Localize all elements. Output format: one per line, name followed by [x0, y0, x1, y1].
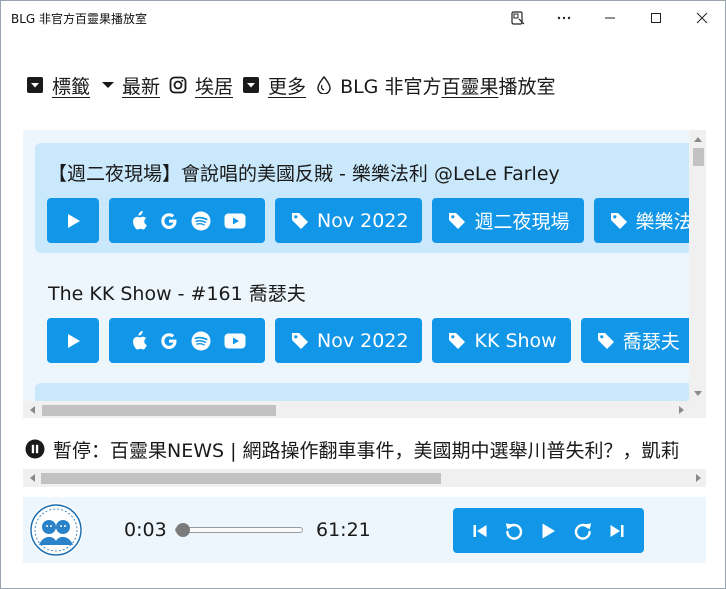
drop-icon	[314, 75, 334, 95]
audio-player: 0:03 61:21	[23, 497, 706, 563]
play-icon	[68, 333, 80, 348]
apple-icon[interactable]	[129, 330, 147, 351]
tag-button[interactable]: 喬瑟夫	[580, 318, 694, 363]
ellipsis-icon	[557, 16, 571, 20]
scroll-left-icon[interactable]	[24, 401, 40, 418]
tag-button[interactable]: KK Show	[432, 318, 571, 363]
episode-card: The KK Show - #161 喬瑟夫 Nov 2022 KK Show	[35, 263, 695, 373]
forward-button[interactable]	[569, 517, 597, 545]
scroll-up-icon[interactable]	[689, 131, 706, 147]
play-button[interactable]	[534, 517, 562, 545]
instagram-icon	[168, 75, 188, 95]
tag-icon	[449, 332, 466, 349]
now-playing-scrollbar[interactable]	[23, 469, 706, 487]
episode-actions: Nov 2022 週二夜現場 樂樂法利	[47, 198, 695, 243]
app-icon	[511, 11, 525, 25]
caret-down-icon	[98, 75, 118, 95]
episode-title: 【週二夜現場】會說唱的美國反賊 - 樂樂法利 @LeLe Farley	[48, 163, 560, 185]
close-button[interactable]	[679, 1, 725, 35]
spotify-icon[interactable]	[191, 211, 211, 231]
episode-card: 【週二夜現場】會說唱的美國反賊 - 樂樂法利 @LeLe Farley Nov …	[35, 143, 695, 253]
tag-label: 樂樂法利	[635, 211, 696, 233]
horizontal-scrollbar[interactable]	[23, 401, 689, 418]
vertical-scrollbar[interactable]	[689, 130, 706, 401]
rewind-icon	[506, 522, 523, 540]
tag-label: 週二夜現場	[474, 211, 570, 233]
minimize-icon	[605, 17, 615, 19]
tag-icon	[292, 332, 308, 349]
horizontal-scroll-thumb[interactable]	[42, 405, 276, 416]
play-episode-button[interactable]	[47, 318, 99, 363]
close-icon	[696, 12, 708, 24]
scroll-down-icon[interactable]	[689, 385, 706, 401]
more-options-button[interactable]	[541, 1, 587, 35]
rewind-button[interactable]	[500, 517, 528, 545]
now-playing: 暫停：百靈果NEWS | 網路操作翻車事件，美國期中選舉川普失利？，凱莉	[25, 435, 706, 463]
tag-button[interactable]: Nov 2022	[275, 198, 423, 243]
spotify-icon[interactable]	[191, 331, 211, 351]
scroll-left-icon[interactable]	[24, 469, 40, 487]
tag-icon	[449, 212, 466, 229]
current-time: 0:03	[124, 519, 167, 541]
tag-label: KK Show	[474, 329, 557, 352]
nav-latest-link[interactable]: 最新	[122, 72, 160, 99]
pause-circle-icon[interactable]	[25, 439, 45, 459]
top-nav: 標籤 最新 埃居 更多 BLG 非官方 百靈果 播放室	[25, 71, 555, 99]
scroll-corner	[689, 401, 706, 418]
window-title: BLG 非官方百靈果播放室	[11, 11, 148, 26]
nav-tags-link[interactable]: 標籤	[52, 72, 90, 99]
site-name-prefix: BLG 非官方	[340, 75, 442, 98]
nav-instagram-link[interactable]: 埃居	[195, 72, 233, 99]
tag-button[interactable]: Nov 2022	[275, 318, 423, 363]
youtube-icon[interactable]	[224, 333, 246, 349]
pwa-app-icon-button[interactable]	[495, 1, 541, 35]
episode-title: The KK Show - #161 喬瑟夫	[48, 283, 306, 305]
tag-button[interactable]: 週二夜現場	[432, 198, 584, 243]
next-button[interactable]	[603, 517, 631, 545]
now-playing-scroll-thumb[interactable]	[41, 473, 441, 484]
progress-knob[interactable]	[176, 523, 191, 537]
tag-icon	[610, 212, 627, 229]
skip-forward-icon	[610, 524, 624, 537]
podcast-cover-art	[29, 503, 83, 557]
platform-links	[109, 198, 265, 243]
episode-actions: Nov 2022 KK Show 喬瑟夫	[47, 318, 695, 363]
maximize-button[interactable]	[633, 1, 679, 35]
vertical-scroll-thumb[interactable]	[693, 148, 704, 166]
tag-label: Nov 2022	[317, 209, 409, 232]
caret-down-square-icon	[241, 75, 261, 95]
google-icon[interactable]	[160, 212, 178, 230]
caret-down-square-icon	[25, 75, 45, 95]
apple-icon[interactable]	[129, 210, 147, 231]
now-playing-text: 暫停：百靈果NEWS | 網路操作翻車事件，美國期中選舉川普失利？，凱莉	[53, 439, 680, 462]
minimize-button[interactable]	[587, 1, 633, 35]
platform-links	[109, 318, 265, 363]
tag-icon	[597, 332, 614, 349]
youtube-icon[interactable]	[224, 213, 246, 229]
tag-label: Nov 2022	[317, 329, 409, 352]
play-icon	[542, 523, 556, 538]
previous-button[interactable]	[466, 517, 494, 545]
progress-track[interactable]	[175, 527, 303, 533]
skip-back-icon	[473, 524, 487, 537]
play-icon	[68, 213, 80, 228]
total-time: 61:21	[316, 519, 371, 541]
google-icon[interactable]	[160, 332, 178, 350]
title-bar: BLG 非官方百靈果播放室	[1, 1, 725, 35]
site-name-suffix: 播放室	[498, 75, 556, 98]
nav-more-link[interactable]: 更多	[268, 72, 306, 99]
tag-label: 喬瑟夫	[622, 331, 680, 353]
scroll-right-icon[interactable]	[690, 469, 706, 487]
site-name-link[interactable]: 百靈果	[441, 72, 498, 99]
tag-icon	[292, 212, 308, 229]
tag-button[interactable]: 樂樂法利	[593, 198, 696, 243]
window-controls	[495, 1, 725, 35]
episode-list: 【週二夜現場】會說唱的美國反賊 - 樂樂法利 @LeLe Farley Nov …	[23, 130, 706, 418]
progress-slider[interactable]	[175, 523, 303, 537]
play-episode-button[interactable]	[47, 198, 99, 243]
maximize-icon	[651, 13, 661, 23]
forward-icon	[574, 522, 591, 540]
playback-controls	[453, 508, 644, 553]
scroll-right-icon[interactable]	[673, 401, 689, 418]
